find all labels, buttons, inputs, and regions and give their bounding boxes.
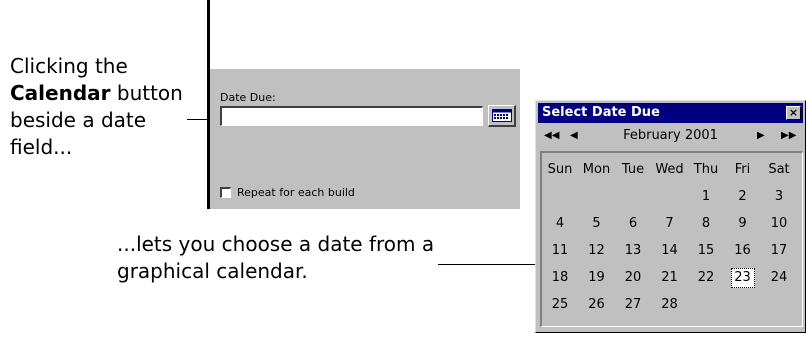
day-cell[interactable]: 20 <box>615 267 651 289</box>
month-navigation: ◀◀ ◀ February 2001 ▶ ▶▶ <box>540 126 801 146</box>
weekday-label: Fri <box>734 162 751 177</box>
empty-day-cell <box>652 186 688 208</box>
empty-day-cell <box>761 294 797 316</box>
date-due-panel: Date Due: Repeat for each build <box>207 69 520 209</box>
calendar-button[interactable] <box>488 105 516 127</box>
empty-day-cell <box>688 294 724 316</box>
day-cell[interactable]: 12 <box>579 240 615 262</box>
callout-bold-text: Calendar <box>10 81 111 105</box>
weekday-header-row: Sun Mon Tue Wed Thu Fri Sat <box>542 159 802 181</box>
day-cell[interactable]: 16 <box>725 240 761 262</box>
callout-text: Clicking the <box>10 54 128 78</box>
day-cell[interactable]: 19 <box>579 267 615 289</box>
week-row: 4 5 6 7 8 9 10 <box>542 213 802 235</box>
next-month-button[interactable]: ▶ <box>757 126 765 146</box>
repeat-label: Repeat for each build <box>237 186 355 199</box>
dialog-title: Select Date Due <box>542 105 660 120</box>
selected-day-cell[interactable]: 23 <box>725 267 761 289</box>
day-cell[interactable]: 17 <box>761 240 797 262</box>
day-cell[interactable]: 1 <box>688 186 724 208</box>
right-arrow-icon: ▶ <box>757 130 765 141</box>
close-button[interactable]: × <box>786 106 801 120</box>
day-cell[interactable]: 8 <box>688 213 724 235</box>
day-cell[interactable]: 13 <box>615 240 651 262</box>
next-year-button[interactable]: ▶▶ <box>781 126 796 146</box>
day-cell[interactable]: 6 <box>615 213 651 235</box>
callout-text: ...lets you choose a date from a graphic… <box>117 232 435 283</box>
day-cell[interactable]: 2 <box>725 186 761 208</box>
close-icon: × <box>788 106 799 119</box>
day-cell[interactable]: 21 <box>652 267 688 289</box>
weekday-label: Wed <box>655 162 684 177</box>
callout-calendar-popup: ...lets you choose a date from a graphic… <box>117 231 447 285</box>
day-cell[interactable]: 22 <box>688 267 724 289</box>
day-cell[interactable]: 11 <box>542 240 578 262</box>
day-cell[interactable]: 24 <box>761 267 797 289</box>
day-cell[interactable]: 7 <box>652 213 688 235</box>
selected-day-label: 23 <box>730 268 755 288</box>
day-cell[interactable]: 27 <box>615 294 651 316</box>
window-edge <box>207 0 210 69</box>
week-row: 123 <box>542 186 802 208</box>
day-cell[interactable]: 14 <box>652 240 688 262</box>
day-cell[interactable]: 15 <box>688 240 724 262</box>
date-due-label: Date Due: <box>220 91 276 104</box>
empty-day-cell <box>615 186 651 208</box>
double-right-arrow-icon: ▶▶ <box>781 130 797 141</box>
empty-day-cell <box>579 186 615 208</box>
day-cell[interactable]: 10 <box>761 213 797 235</box>
weekday-label: Thu <box>693 162 719 177</box>
day-cell[interactable]: 28 <box>652 294 688 316</box>
calendar-icon <box>491 109 512 122</box>
day-cell[interactable]: 25 <box>542 294 578 316</box>
calendar-grid: Sun Mon Tue Wed Thu Fri Sat 1 2 3 4 5 6 7 8 9 10 11 12 13 14… <box>540 151 803 327</box>
week-row: 25 26 27 28 <box>542 294 802 316</box>
weekday-label: Mon <box>582 162 611 177</box>
weekday-label: Tue <box>621 162 645 177</box>
empty-day-cell <box>725 294 761 316</box>
dialog-titlebar: Select Date Due × <box>538 103 803 123</box>
weekday-label: Sun <box>547 162 573 177</box>
weekday-label: Sat <box>768 162 790 177</box>
day-cell[interactable]: 3 <box>761 186 797 208</box>
day-cell[interactable]: 18 <box>542 267 578 289</box>
week-row: 11 12 13 14 15 16 17 <box>542 240 802 262</box>
week-row: 18 19 20 21 22 23 24 <box>542 267 802 289</box>
day-cell[interactable]: 26 <box>579 294 615 316</box>
empty-day-cell <box>542 186 578 208</box>
select-date-dialog: Select Date Due × ◀◀ ◀ February 2001 ▶ ▶… <box>535 100 806 333</box>
day-cell[interactable]: 9 <box>725 213 761 235</box>
repeat-checkbox-row[interactable]: Repeat for each build <box>220 186 355 199</box>
date-due-input[interactable] <box>220 106 483 126</box>
day-cell[interactable]: 4 <box>542 213 578 235</box>
repeat-checkbox[interactable] <box>220 187 231 198</box>
day-cell[interactable]: 5 <box>579 213 615 235</box>
callout-calendar-button: Clicking the Calendar button beside a da… <box>10 53 200 161</box>
